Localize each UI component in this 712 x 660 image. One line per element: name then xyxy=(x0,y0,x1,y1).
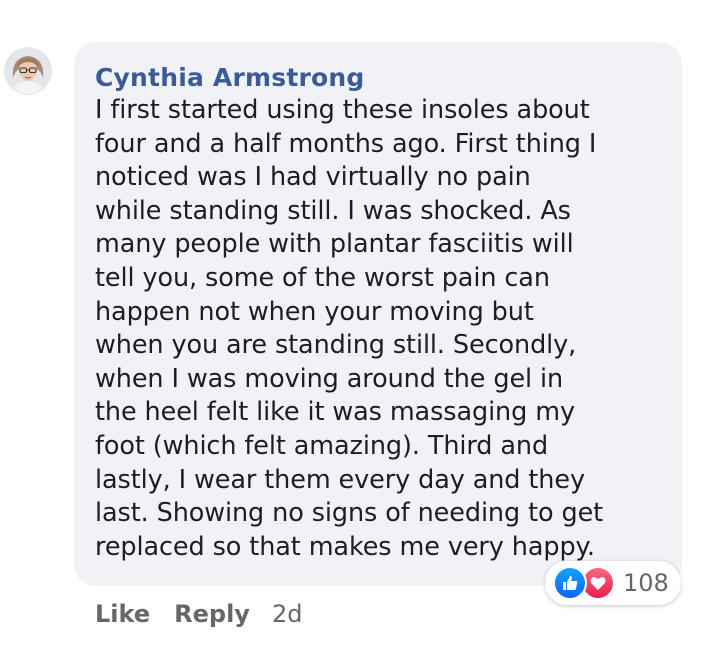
comment-bubble: Cynthia Armstrong I first started using … xyxy=(74,42,682,586)
timestamp[interactable]: 2d xyxy=(272,598,303,630)
comment-text: I first started using these insoles abou… xyxy=(95,95,604,562)
reply-button[interactable]: Reply xyxy=(174,598,250,630)
reaction-count: 108 xyxy=(623,569,669,597)
like-button[interactable]: Like xyxy=(95,598,150,630)
reaction-summary[interactable]: 108 xyxy=(545,561,681,605)
author-name[interactable]: Cynthia Armstrong xyxy=(95,62,662,94)
comment-actions: Like Reply 2d xyxy=(95,598,302,630)
like-icon xyxy=(553,566,587,600)
avatar[interactable] xyxy=(5,48,51,94)
